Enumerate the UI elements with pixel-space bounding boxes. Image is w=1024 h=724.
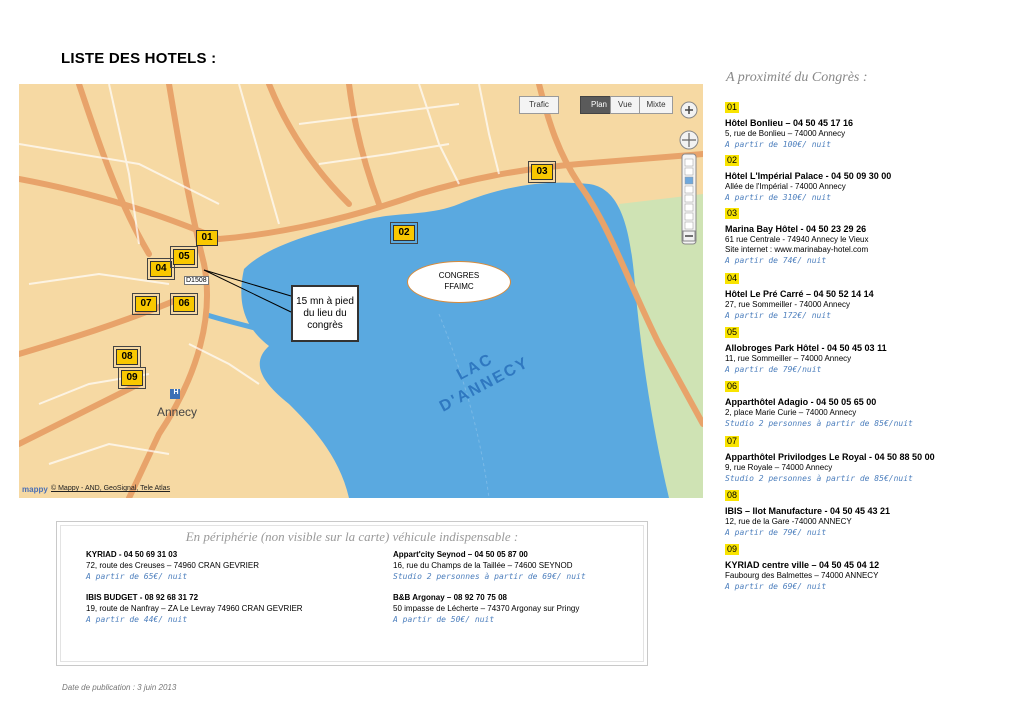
periphery-box: En périphérie (non visible sur la carte)… (56, 521, 648, 666)
hotel-entry: 03 Marina Bay Hôtel - 04 50 23 29 26 61 … (725, 203, 1015, 267)
hotel-entry: 01 Hôtel Bonlieu – 04 50 45 17 16 5, rue… (725, 97, 1015, 151)
hotel-name: Hôtel L'Impérial Palace - 04 50 09 30 00 (725, 171, 892, 181)
hotel-name: Allobroges Park Hôtel - 04 50 45 03 11 (725, 343, 887, 353)
periphery-entry: IBIS BUDGET - 08 92 68 31 72 19, route d… (86, 592, 366, 625)
hotel-address: 5, rue de Bonlieu – 74000 Annecy (725, 129, 846, 138)
periphery-price: Studio 2 personnes à partir de 69€/ nuit (393, 572, 586, 581)
hotel-number: 05 (725, 327, 740, 338)
hotel-address: Faubourg des Balmettes – 74000 ANNECY (725, 571, 879, 580)
page-title: LISTE DES HOTELS : (61, 50, 217, 67)
periphery-name: IBIS BUDGET - 08 92 68 31 72 (86, 593, 199, 602)
marker-03[interactable]: 03 (528, 161, 556, 183)
town-label: Annecy (157, 405, 198, 419)
marker-07[interactable]: 07 (132, 293, 160, 315)
publication-date: Date de publication : 3 juin 2013 (62, 683, 177, 692)
hotel-number: 01 (725, 102, 740, 113)
hotel-price: Studio 2 personnes à partir de 85€/nuit (725, 419, 913, 428)
hotel-address: 12, rue de la Gare -74000 ANNECY (725, 517, 852, 526)
hotel-entry: 07 Apparthôtel Privilodges Le Royal - 04… (725, 431, 1015, 485)
hotel-address: 2, place Marie Curie – 74000 Annecy (725, 408, 857, 417)
hotel-price: Studio 2 personnes à partir de 85€/nuit (725, 474, 913, 483)
map-copyright-link[interactable]: © Mappy - AND, GeoSignal, Tele Atlas (51, 485, 170, 492)
congres-bubble: CONGRES FFAIMC (407, 261, 511, 303)
marker-01[interactable]: 01 (196, 230, 218, 246)
road-label: D1508 (184, 276, 209, 285)
periphery-address: 16, rue du Champs de la Taillée – 74600 … (393, 561, 573, 570)
congres-label-line2: FFAIMC (444, 282, 474, 291)
hotel-address: 11, rue Sommeiller – 74000 Annecy (725, 354, 852, 363)
hotel-address: Allée de l'Impérial - 74000 Annecy (725, 182, 846, 191)
callout-box: 15 mn à pied du lieu du congrès (291, 285, 359, 342)
periphery-address: 72, route des Creuses – 74960 CRAN GEVRI… (86, 561, 259, 570)
hotel-address: 27, rue Sommeiller - 74000 Annecy (725, 300, 850, 309)
periphery-name: B&B Argonay – 08 92 70 75 08 (393, 593, 507, 602)
hotel-number: 02 (725, 155, 740, 166)
hotel-number: 04 (725, 273, 740, 284)
map[interactable]: Trafic Plan Vue Mixte 01 02 03 04 05 06 … (19, 84, 703, 498)
hotel-price: A partir de 74€/ nuit (725, 256, 827, 265)
marker-02[interactable]: 02 (390, 222, 418, 244)
map-type-vue[interactable]: Vue (610, 96, 640, 114)
map-background (19, 84, 703, 498)
hospital-icon: H (173, 389, 179, 396)
hotel-number: 06 (725, 381, 740, 392)
periphery-address: 50 impasse de Lécherte – 74370 Argonay s… (393, 604, 580, 613)
periphery-address: 19, route de Nanfray – ZA Le Levray 7496… (86, 604, 303, 613)
periphery-entry: B&B Argonay – 08 92 70 75 08 50 impasse … (393, 592, 673, 625)
hotel-price: A partir de 172€/ nuit (725, 311, 831, 320)
hotel-name: Hôtel Bonlieu – 04 50 45 17 16 (725, 118, 854, 128)
periphery-price: A partir de 44€/ nuit (86, 615, 188, 624)
hotel-entry: 09 KYRIAD centre ville – 04 50 45 04 12 … (725, 539, 1015, 593)
congres-label-line1: CONGRES (438, 271, 480, 280)
periphery-price: A partir de 50€/ nuit (393, 615, 495, 624)
hotel-name: Marina Bay Hôtel - 04 50 23 29 26 (725, 224, 867, 234)
map-type-mixte[interactable]: Mixte (639, 96, 673, 114)
marker-08[interactable]: 08 (113, 346, 141, 368)
periphery-name: KYRIAD - 04 50 69 31 03 (86, 550, 178, 559)
hotel-entry: 05 Allobroges Park Hôtel - 04 50 45 03 1… (725, 322, 1015, 376)
hotel-entry: 06 Apparthôtel Adagio - 04 50 05 65 00 2… (725, 376, 1015, 430)
periphery-name: Appart'city Seynod – 04 50 05 87 00 (393, 550, 528, 559)
hotel-name: Apparthôtel Privilodges Le Royal - 04 50… (725, 452, 935, 462)
hotel-price: A partir de 79€/nuit (725, 365, 822, 374)
periphery-entry: Appart'city Seynod – 04 50 05 87 00 16, … (393, 549, 673, 582)
hotel-name: Apparthôtel Adagio - 04 50 05 65 00 (725, 397, 877, 407)
marker-09[interactable]: 09 (118, 367, 146, 389)
periphery-title: En périphérie (non visible sur la carte)… (185, 529, 519, 544)
marker-04[interactable]: 04 (147, 258, 175, 280)
hotel-name: IBIS – Ilot Manufacture - 04 50 45 43 21 (725, 506, 891, 516)
hotel-price: A partir de 79€/ nuit (725, 528, 827, 537)
right-column-title: A proximité du Congrès : (726, 70, 868, 85)
hotel-website: Site internet : www.marinabay-hotel.com (725, 245, 869, 254)
hotel-address: 9, rue Royale – 74000 Annecy (725, 463, 833, 472)
periphery-price: A partir de 65€/ nuit (86, 572, 188, 581)
marker-06[interactable]: 06 (170, 293, 198, 315)
hotel-entry: 04 Hôtel Le Pré Carré – 04 50 52 14 14 2… (725, 268, 1015, 322)
hotel-entry: 08 IBIS – Ilot Manufacture - 04 50 45 43… (725, 485, 1015, 539)
hotel-number: 08 (725, 490, 740, 501)
hotel-name: Hôtel Le Pré Carré – 04 50 52 14 14 (725, 289, 874, 299)
hotel-price: A partir de 69€/ nuit (725, 582, 827, 591)
hotel-number: 03 (725, 208, 740, 219)
map-type-trafic[interactable]: Trafic (519, 96, 559, 114)
hotel-number: 07 (725, 436, 740, 447)
mappy-logo: mappy (22, 485, 48, 494)
periphery-entry: KYRIAD - 04 50 69 31 03 72, route des Cr… (86, 549, 366, 582)
hotel-address: 61 rue Centrale - 74940 Annecy le Vieux (725, 235, 869, 244)
marker-05[interactable]: 05 (170, 246, 198, 268)
hotel-name: KYRIAD centre ville – 04 50 45 04 12 (725, 560, 880, 570)
hotel-entry: 02 Hôtel L'Impérial Palace - 04 50 09 30… (725, 150, 1015, 204)
hotel-number: 09 (725, 544, 740, 555)
